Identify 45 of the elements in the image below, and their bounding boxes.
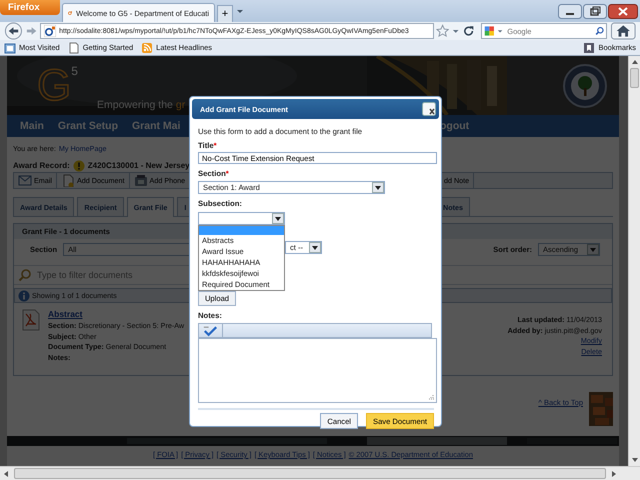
horizontal-scrollbar[interactable]	[0, 466, 640, 480]
bookmarks-icon	[583, 42, 596, 54]
info-icon	[18, 290, 30, 302]
google-icon	[484, 24, 496, 38]
nav-link[interactable]: Grant Mai	[132, 120, 180, 132]
vertical-scrollbar[interactable]	[628, 56, 640, 466]
home-icon[interactable]	[611, 22, 636, 40]
search-icon[interactable]	[595, 25, 604, 37]
phone-icon	[134, 174, 148, 187]
logo-letter: G	[37, 64, 72, 108]
logo-superscript: 5	[71, 64, 78, 78]
star-icon[interactable]	[436, 24, 449, 38]
scroll-thumb[interactable]	[14, 468, 606, 479]
back-icon[interactable]	[4, 22, 23, 40]
window-icon	[4, 42, 16, 54]
restore-icon[interactable]	[583, 4, 607, 18]
close-icon[interactable]	[422, 102, 436, 116]
rss-icon	[141, 42, 154, 54]
nav-link[interactable]: Grant Setup	[58, 120, 118, 132]
document-icon	[60, 174, 75, 187]
nav-link[interactable]: Main	[20, 120, 44, 132]
scroll-thumb[interactable]	[630, 68, 639, 88]
reload-icon[interactable]	[462, 24, 476, 38]
minimize-icon[interactable]	[558, 4, 582, 18]
caret-icon	[309, 242, 321, 253]
favicon-icon	[68, 8, 72, 18]
tagline-accent: gr	[176, 99, 186, 111]
app-menu-button[interactable]: Firefox	[0, 0, 60, 15]
favicon-icon	[44, 25, 56, 37]
search-icon	[18, 268, 32, 282]
caret-icon	[272, 213, 284, 224]
mail-icon	[18, 174, 32, 187]
resize-grip-icon	[428, 394, 434, 400]
warning-icon	[72, 160, 85, 172]
tagline: Empowering the	[97, 99, 173, 111]
record-label: Award Record:	[13, 161, 70, 170]
new-tab-button[interactable]: +	[217, 5, 233, 22]
pdf-icon	[22, 309, 40, 331]
close-icon[interactable]	[608, 4, 638, 18]
notes-field[interactable]	[198, 338, 437, 403]
document-link[interactable]: Abstract	[48, 309, 184, 319]
caret-icon	[587, 244, 599, 254]
seal-icon	[563, 64, 607, 108]
record-value: Z420C130001 - New Jersey	[88, 161, 190, 170]
caret-icon	[372, 182, 384, 193]
